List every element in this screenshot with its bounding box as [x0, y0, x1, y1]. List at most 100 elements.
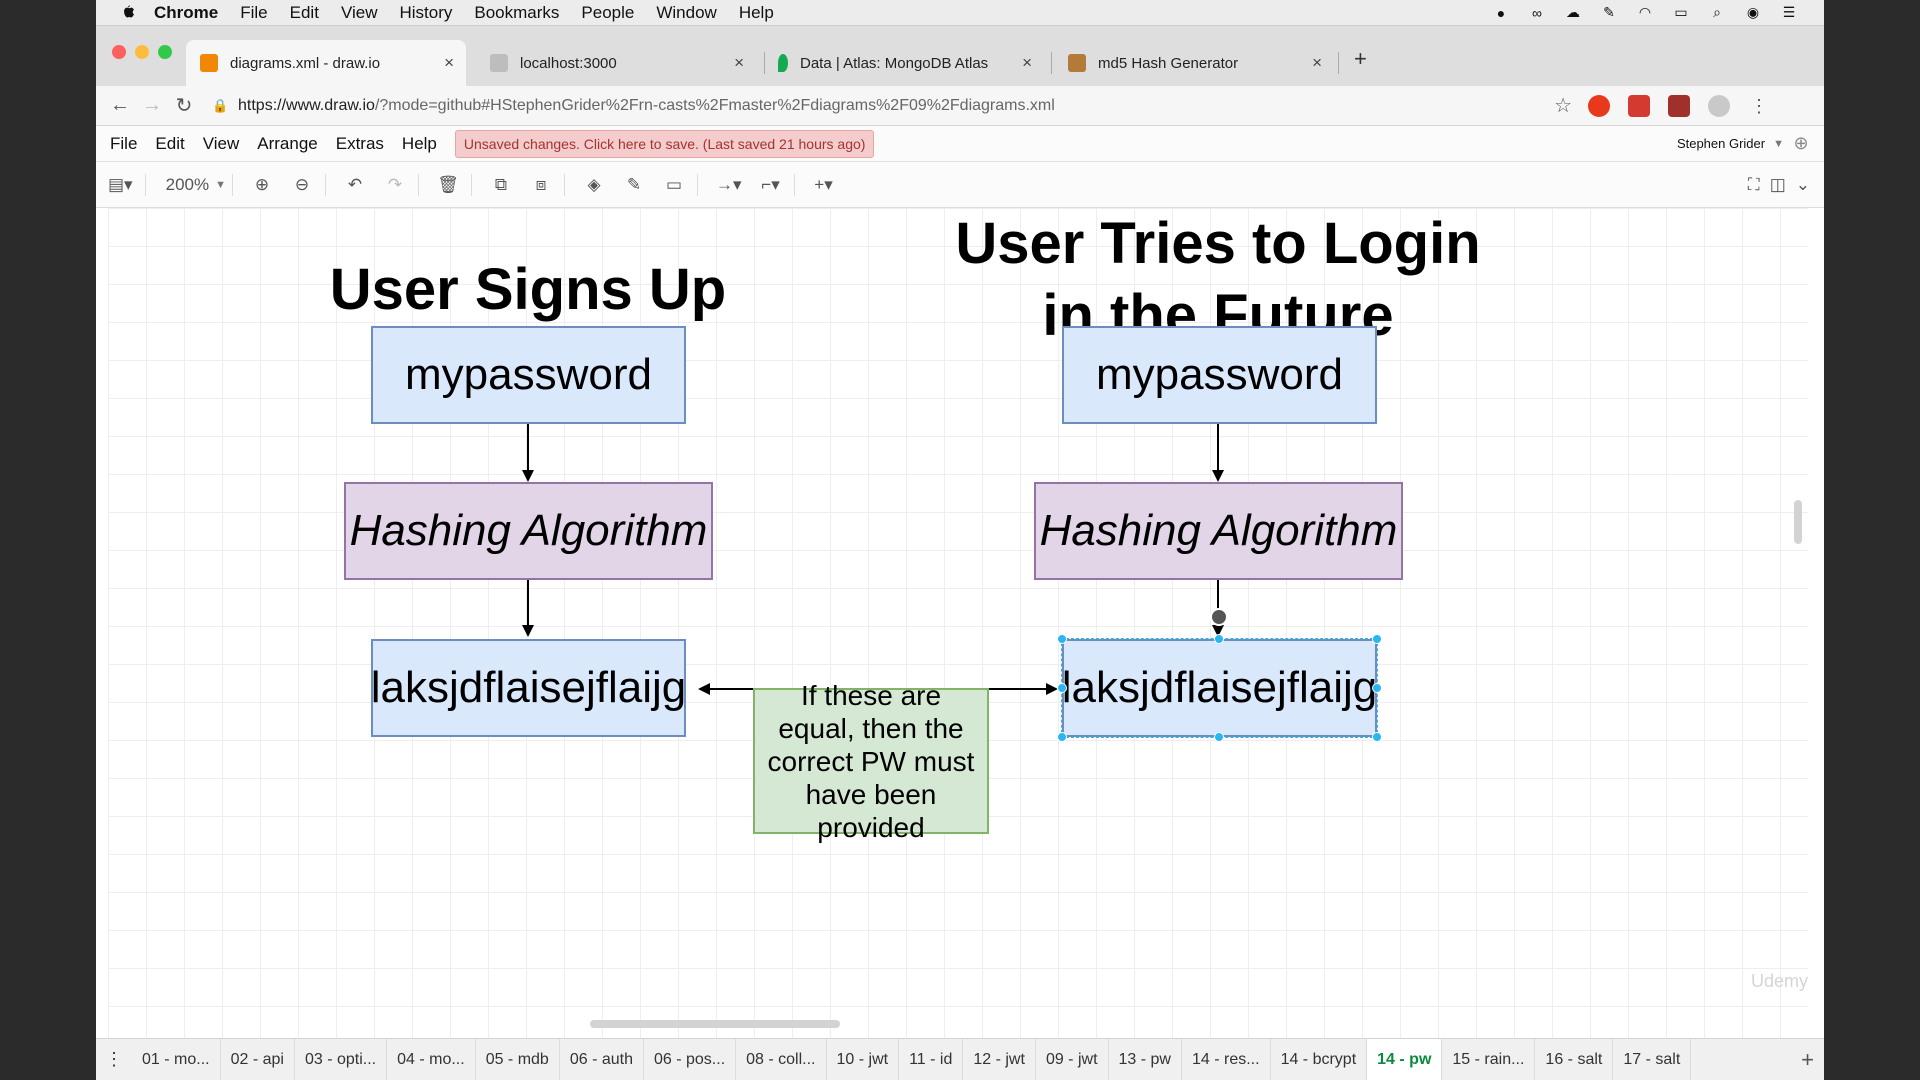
resize-handle[interactable] — [1057, 732, 1067, 742]
right-hash-output-box[interactable]: laksjdflaisejflaijg — [1061, 638, 1378, 738]
forward-button[interactable]: → — [136, 94, 168, 117]
format-panel-toggle-icon[interactable]: ▤▾ — [108, 175, 133, 195]
zoom-in-icon[interactable]: ⊕ — [251, 175, 273, 195]
menu-people[interactable]: People — [581, 3, 634, 23]
chevron-down-icon[interactable]: ▼ — [215, 179, 226, 191]
resize-handle[interactable] — [1214, 634, 1224, 644]
undo-icon[interactable]: ↶ — [344, 175, 366, 195]
menu-chrome[interactable]: Chrome — [154, 3, 218, 23]
insert-icon[interactable]: +▾ — [813, 175, 835, 195]
menu-bookmarks[interactable]: Bookmarks — [474, 3, 559, 23]
tab-drawio[interactable]: diagrams.xml - draw.io × — [186, 40, 466, 86]
page-tab[interactable]: 05 - mdb — [476, 1039, 560, 1080]
language-globe-icon[interactable]: ⊕ — [1790, 133, 1812, 154]
close-tab-icon[interactable]: × — [1022, 53, 1032, 73]
url-field[interactable]: 🔒 https://www.draw.io/?mode=github#HStep… — [212, 91, 1572, 121]
glasses-icon[interactable]: ∞ — [1526, 4, 1548, 22]
cloud-icon[interactable]: ☁ — [1562, 4, 1584, 22]
redo-icon[interactable]: ↷ — [384, 175, 406, 195]
siri-icon[interactable]: ◉ — [1742, 4, 1764, 22]
tab-mongodb-atlas[interactable]: Data | Atlas: MongoDB Atlas × — [764, 40, 1044, 86]
left-hash-output-box[interactable]: laksjdflaisejflaijg — [371, 639, 686, 737]
minimize-window-button[interactable] — [135, 45, 149, 59]
page-tab[interactable]: 04 - mo... — [387, 1039, 476, 1080]
drawio-menu-file[interactable]: File — [110, 134, 137, 154]
close-tab-icon[interactable]: × — [444, 53, 454, 73]
chrome-menu-icon[interactable]: ⋮ — [1748, 95, 1770, 117]
right-hashing-algorithm-box[interactable]: Hashing Algorithm — [1034, 482, 1403, 580]
drawio-menu-view[interactable]: View — [203, 134, 240, 154]
menu-history[interactable]: History — [399, 3, 452, 23]
page-tab[interactable]: 10 - jwt — [827, 1039, 900, 1080]
page-tab[interactable]: 06 - auth — [560, 1039, 644, 1080]
menu-help[interactable]: Help — [739, 3, 774, 23]
page-tab[interactable]: 01 - mo... — [132, 1039, 221, 1080]
resize-handle[interactable] — [1372, 732, 1382, 742]
diagram-canvas[interactable]: User Signs Up User Tries to Login in the… — [108, 208, 1808, 1040]
pen-icon[interactable]: ✎ — [1598, 4, 1620, 22]
page-tab[interactable]: 17 - salt — [1613, 1039, 1692, 1080]
creative-cloud-icon[interactable]: ● — [1490, 4, 1512, 22]
page-tab[interactable]: 11 - id — [899, 1039, 964, 1080]
close-window-button[interactable] — [112, 45, 126, 59]
fullscreen-icon[interactable]: ⛶ — [1748, 175, 1760, 195]
user-menu[interactable]: Stephen Grider — [1677, 136, 1765, 151]
tab-localhost[interactable]: localhost:3000 × — [476, 40, 756, 86]
waypoints-icon[interactable]: ⌐▾ — [760, 175, 782, 195]
tab-md5-generator[interactable]: md5 Hash Generator × — [1054, 40, 1334, 86]
reload-button[interactable]: ↻ — [168, 93, 200, 118]
format-panel-icon[interactable]: ◫ — [1770, 175, 1786, 195]
shadow-icon[interactable]: ▭ — [663, 175, 685, 195]
drawio-menu-help[interactable]: Help — [402, 134, 437, 154]
connection-style-icon[interactable]: →▾ — [716, 175, 742, 195]
page-tab[interactable]: 14 - bcrypt — [1271, 1039, 1368, 1080]
vertical-scrollbar[interactable] — [1794, 500, 1802, 544]
back-button[interactable]: ← — [104, 94, 136, 117]
page-tab[interactable]: 12 - jwt — [963, 1039, 1036, 1080]
notification-list-icon[interactable]: ☰ — [1778, 4, 1800, 22]
collapse-icon[interactable]: ⌄ — [1796, 175, 1810, 195]
comparison-note[interactable]: If these are equal, then the correct PW … — [753, 680, 989, 843]
page-tab[interactable]: 03 - opti... — [295, 1039, 388, 1080]
resize-handle[interactable] — [1057, 683, 1067, 693]
left-hashing-algorithm-box[interactable]: Hashing Algorithm — [344, 482, 713, 580]
menu-view[interactable]: View — [341, 3, 378, 23]
menu-window[interactable]: Window — [656, 3, 716, 23]
page-tab[interactable]: 06 - pos... — [644, 1039, 737, 1080]
resize-handle[interactable] — [1372, 634, 1382, 644]
right-password-box[interactable]: mypassword — [1062, 326, 1377, 424]
zoom-window-button[interactable] — [158, 45, 172, 59]
resize-handle[interactable] — [1372, 683, 1382, 693]
title-user-signs-up[interactable]: User Signs Up — [268, 254, 788, 326]
to-front-icon[interactable]: ⧉ — [490, 175, 512, 195]
add-page-button[interactable]: + — [1801, 1047, 1814, 1073]
extension-shield-icon[interactable] — [1588, 94, 1610, 117]
profile-avatar[interactable] — [1708, 94, 1730, 117]
resize-handle[interactable] — [1057, 634, 1067, 644]
page-tab-active[interactable]: 14 - pw — [1367, 1039, 1443, 1080]
page-tab[interactable]: 15 - rain... — [1442, 1039, 1536, 1080]
menu-edit[interactable]: Edit — [290, 3, 319, 23]
page-tab[interactable]: 14 - res... — [1182, 1039, 1271, 1080]
search-icon[interactable]: ⌕ — [1706, 4, 1728, 22]
close-tab-icon[interactable]: × — [734, 53, 744, 73]
apple-icon[interactable] — [118, 4, 140, 22]
pages-menu-icon[interactable]: ⋮ — [96, 1049, 132, 1070]
page-tab[interactable]: 09 - jwt — [1036, 1039, 1109, 1080]
to-back-icon[interactable]: ⧈ — [530, 175, 552, 195]
close-tab-icon[interactable]: × — [1312, 53, 1322, 73]
resize-handle[interactable] — [1214, 732, 1224, 742]
bookmark-star-icon[interactable]: ☆ — [1554, 93, 1572, 118]
zoom-select[interactable]: 200% — [166, 175, 209, 195]
left-password-box[interactable]: mypassword — [371, 326, 686, 424]
extension-ublock-icon[interactable] — [1668, 94, 1690, 117]
drawio-menu-arrange[interactable]: Arrange — [257, 134, 317, 154]
fill-color-icon[interactable]: ◈ — [583, 175, 605, 195]
rotate-handle-icon[interactable] — [1210, 608, 1228, 626]
new-tab-button[interactable]: + — [1354, 46, 1367, 72]
menu-file[interactable]: File — [240, 3, 267, 23]
battery-icon[interactable]: ▭ — [1670, 4, 1692, 22]
page-tab[interactable]: 08 - coll... — [736, 1039, 827, 1080]
extension-red-icon[interactable] — [1628, 94, 1650, 117]
zoom-out-icon[interactable]: ⊖ — [291, 175, 313, 195]
